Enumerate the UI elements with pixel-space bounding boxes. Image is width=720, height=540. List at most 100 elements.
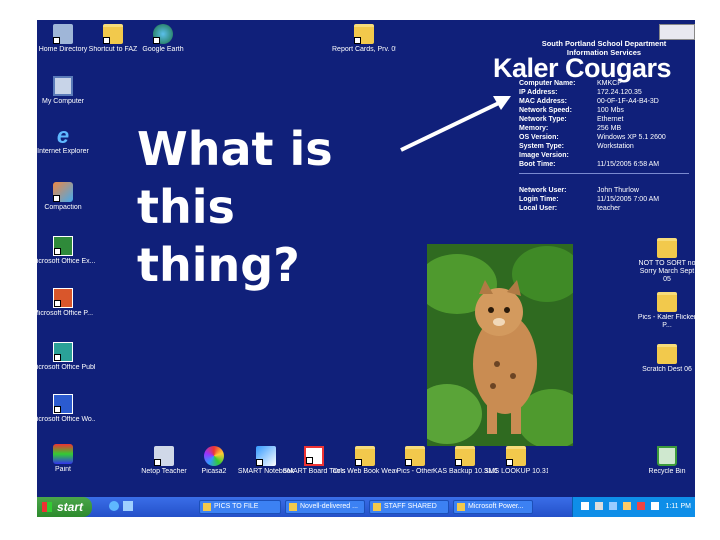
brand-logo-text: Kaler Cougars: [493, 53, 672, 83]
scratch-dest-folder[interactable]: Scratch Dest 06: [635, 344, 695, 374]
compaction-icon[interactable]: Compaction: [37, 182, 95, 212]
system-info-panel: South Portland School Department Informa…: [493, 39, 689, 213]
system-tray: 1:11 PM: [572, 497, 695, 517]
microsoft-publisher-icon[interactable]: Microsoft Office Publi...: [37, 342, 95, 372]
paint-icon[interactable]: Paint: [37, 444, 95, 474]
folder-icon: [657, 238, 677, 258]
start-button[interactable]: start: [37, 497, 92, 517]
taskbar-item-powerpoint[interactable]: Microsoft Power...: [453, 500, 533, 514]
tray-icon[interactable]: [651, 502, 659, 510]
icon-label: Paint: [55, 466, 71, 473]
folder-icon: [405, 446, 425, 466]
info-key: Network Type:: [519, 116, 567, 123]
desktop: Home Directory Shortcut to FAZ Google Ea…: [37, 20, 695, 517]
recycle-bin-icon[interactable]: Recycle Bin: [635, 446, 695, 476]
microsoft-word-icon[interactable]: Microsoft Office Wo...: [37, 394, 95, 424]
puzzle-icon: [53, 182, 73, 202]
info-value: 172.24.120.35: [597, 89, 642, 96]
not-to-sort-folder[interactable]: NOT TO SORT no Sorry March Sept 05: [635, 238, 695, 284]
question-line: this: [137, 180, 235, 234]
question-line: thing?: [137, 238, 300, 292]
icon-label: Report Cards, Prv. 05-06: [332, 46, 396, 53]
icon-label: Internet Explorer: [37, 148, 89, 155]
info-key: Memory:: [519, 125, 549, 132]
powerpoint-icon: [53, 288, 73, 308]
info-value: 11/15/2005 7:00 AM: [597, 196, 660, 203]
icon-label: Microsoft Office Wo...: [37, 416, 95, 423]
folder-icon: [103, 24, 123, 44]
publisher-icon: [53, 342, 73, 362]
info-value: Workstation: [597, 143, 634, 150]
tray-icon[interactable]: [595, 502, 603, 510]
info-row: Network Type: Ethernet: [519, 115, 689, 124]
google-earth-icon[interactable]: Google Earth: [131, 24, 195, 54]
tray-icon[interactable]: [623, 502, 631, 510]
info-key: Image Version:: [519, 152, 569, 159]
board-icon: [304, 446, 324, 466]
info-value: 00-0F-1F-A4-B4-3D: [597, 98, 659, 105]
question-line: What is: [137, 122, 333, 176]
taskbar-item-staff-shared[interactable]: STAFF SHARED: [369, 500, 449, 514]
icon-label: SMS LOOKUP 10.31.05: [484, 468, 548, 475]
clock: 1:11 PM: [665, 503, 691, 510]
info-row: Network Speed: 100 Mbs: [519, 106, 689, 115]
network-icon: [154, 446, 174, 466]
paint-brush-icon: [53, 444, 73, 464]
sms-lookup-icon[interactable]: SMS LOOKUP 10.31.05: [484, 446, 548, 476]
pics-kaler-folder[interactable]: Pics - Kaler Flicker P...: [635, 292, 695, 330]
info-key: IP Address:: [519, 89, 558, 96]
icon-label: Pics - Kaler Flicker P...: [637, 314, 695, 329]
globe-icon: [153, 24, 173, 44]
info-value: teacher: [597, 205, 621, 212]
taskbar: start PICS TO FILE Novell-delivered ... …: [37, 497, 695, 517]
microsoft-excel-icon[interactable]: Microsoft Office Ex...: [37, 236, 95, 266]
tray-icon[interactable]: [609, 502, 617, 510]
info-key: MAC Address:: [519, 98, 567, 105]
info-value: John Thurlow: [597, 187, 639, 194]
icon-label: Compaction: [44, 204, 82, 211]
windows-flag-icon: [42, 502, 52, 512]
info-row: OS Version: Windows XP 5.1 2600: [519, 133, 689, 142]
info-row: Image Version:: [519, 151, 689, 160]
folder-icon: [355, 446, 375, 466]
info-value: 256 MB: [597, 125, 622, 132]
arrow-annotation: [400, 96, 511, 152]
taskbar-item-pics-to-file[interactable]: PICS TO FILE: [199, 500, 281, 514]
info-row: Boot Time: 11/15/2005 6:58 AM: [519, 160, 689, 169]
info-value: 100 Mbs: [597, 107, 624, 114]
info-row: System Type: Workstation: [519, 142, 689, 151]
icon-label: Microsoft Office Ex...: [37, 258, 95, 265]
cougar-cub-photo: [427, 244, 573, 446]
info-key: Network User:: [519, 187, 567, 194]
taskbar-item-novell[interactable]: Novell-delivered ...: [285, 500, 365, 514]
computer-icon: [53, 76, 73, 96]
my-computer-icon[interactable]: My Computer: [37, 76, 95, 106]
internet-explorer-icon[interactable]: e Internet Explorer: [37, 123, 95, 156]
folder-icon: [354, 24, 374, 44]
icon-label: Microsoft Office P...: [37, 310, 94, 317]
report-cards-icon[interactable]: Report Cards, Prv. 05-06: [332, 24, 396, 54]
info-row: Memory: 256 MB: [519, 124, 689, 133]
quick-launch-desktop-icon[interactable]: [123, 501, 133, 511]
info-row: Login Time: 11/15/2005 7:00 AM: [519, 195, 689, 204]
info-value: Windows XP 5.1 2600: [597, 134, 666, 141]
info-row: Network User: John Thurlow: [519, 186, 689, 195]
ie-logo-icon: e: [56, 123, 70, 148]
microsoft-powerpoint-icon[interactable]: Microsoft Office P...: [37, 288, 95, 318]
icon-label: Recycle Bin: [648, 468, 686, 475]
tray-icon[interactable]: [581, 502, 589, 510]
info-value: Ethernet: [597, 116, 624, 123]
window-titlebar-fragment[interactable]: [659, 24, 695, 40]
info-key: Local User:: [519, 205, 558, 212]
quick-launch-ie-icon[interactable]: [109, 501, 119, 511]
folder-icon: [657, 292, 677, 312]
excel-icon: [53, 236, 73, 256]
info-key: Boot Time:: [519, 161, 556, 168]
info-rows: Computer Name: KMKCP IP Address: 172.24.120…: [519, 79, 689, 169]
folder-icon: [506, 446, 526, 466]
picasa-logo-icon: [204, 446, 224, 466]
icon-label: Google Earth: [142, 46, 184, 53]
info-key: System Type:: [519, 143, 564, 150]
tray-icon[interactable]: [637, 502, 645, 510]
word-icon: [53, 394, 73, 414]
